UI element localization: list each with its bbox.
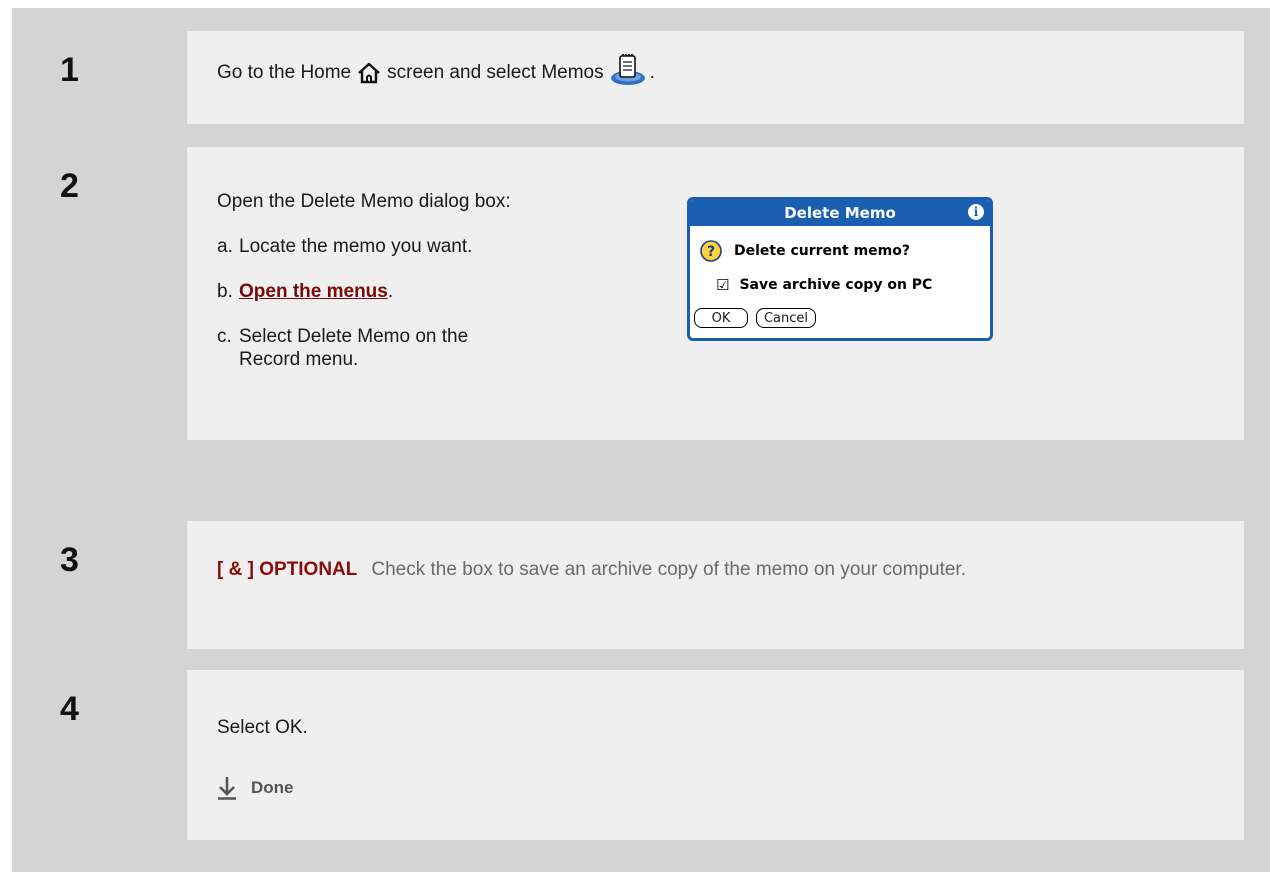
- step-number: 3: [60, 541, 79, 579]
- memos-icon: [610, 53, 645, 85]
- step-4-instruction: Select OK.: [217, 717, 308, 738]
- cancel-button[interactable]: Cancel: [756, 308, 816, 328]
- step-content: Go to the Home screen and select Memos .: [187, 31, 1244, 124]
- dialog-checkbox-row[interactable]: ☑ Save archive copy on PC: [700, 276, 932, 294]
- step-1-instruction: Go to the Home screen and select Memos .: [217, 53, 655, 86]
- home-icon: [358, 62, 380, 84]
- instruction-text: Go to the Home: [217, 62, 352, 83]
- question-icon: ?: [700, 240, 722, 262]
- step-number: 2: [60, 167, 79, 205]
- optional-tag: [ & ] OPTIONAL: [217, 559, 358, 580]
- step-number: 4: [60, 690, 79, 728]
- substep-suffix: .: [387, 281, 394, 302]
- step-number-cell: 1: [26, 31, 187, 124]
- step-1: 1 Go to the Home screen and select Memos…: [26, 31, 1244, 124]
- step-3: 3 [ & ] OPTIONAL Check the box to save an…: [26, 521, 1244, 649]
- dialog-question-row: ? Delete current memo?: [700, 240, 910, 262]
- substep-text: Open the menus.: [239, 280, 517, 303]
- substep-text: Locate the memo you want.: [239, 236, 473, 257]
- step-4: 4 Select OK. Done: [26, 670, 1244, 840]
- done-marker: Done: [217, 776, 294, 800]
- step-number-cell: 4: [26, 670, 187, 840]
- step-content: Select OK. Done: [187, 670, 1244, 840]
- instruction-text: .: [649, 62, 655, 83]
- substep-c: c. Select Delete Memo on the Record menu…: [217, 325, 517, 371]
- ok-button[interactable]: OK: [694, 308, 748, 328]
- substep-text: Select Delete Memo on the Record menu.: [239, 326, 469, 370]
- instruction-text: Check the box to save an archive copy of…: [371, 559, 966, 580]
- checkbox-label: Save archive copy on PC: [739, 277, 933, 293]
- svg-text:?: ?: [707, 244, 715, 260]
- substep-label: a.: [217, 236, 233, 257]
- instruction-text: screen and select Memos: [387, 62, 604, 83]
- done-arrow-icon: [218, 777, 236, 800]
- step-content: Open the Delete Memo dialog box: a. Loca…: [187, 147, 1244, 440]
- step-number: 1: [60, 51, 79, 89]
- info-icon[interactable]: i: [968, 204, 984, 220]
- done-label: Done: [251, 778, 294, 797]
- step-content: [ & ] OPTIONAL Check the box to save an a…: [187, 521, 1244, 649]
- open-menus-link[interactable]: Open the menus: [239, 281, 388, 302]
- step-3-instruction: [ & ] OPTIONAL Check the box to save an a…: [217, 555, 1224, 585]
- delete-memo-dialog: Delete Memo i ? Delete current memo? ☑ S…: [687, 197, 993, 341]
- step-number-cell: 3: [26, 521, 187, 649]
- dialog-title: Delete Memo i: [690, 200, 990, 226]
- substep-label: b.: [217, 281, 233, 302]
- substep-a: a. Locate the memo you want.: [217, 235, 517, 258]
- substep-b: b. Open the menus.: [217, 280, 517, 303]
- step-intro: Open the Delete Memo dialog box:: [217, 191, 511, 212]
- step-2: 2 Open the Delete Memo dialog box: a. Lo…: [26, 147, 1244, 440]
- checkbox-checked-icon[interactable]: ☑: [716, 276, 729, 294]
- dialog-question: Delete current memo?: [734, 243, 910, 259]
- substep-label: c.: [217, 326, 232, 347]
- dialog-title-text: Delete Memo: [784, 204, 896, 222]
- step-number-cell: 2: [26, 147, 187, 440]
- step-2-instructions: Open the Delete Memo dialog box: a. Loca…: [217, 190, 517, 393]
